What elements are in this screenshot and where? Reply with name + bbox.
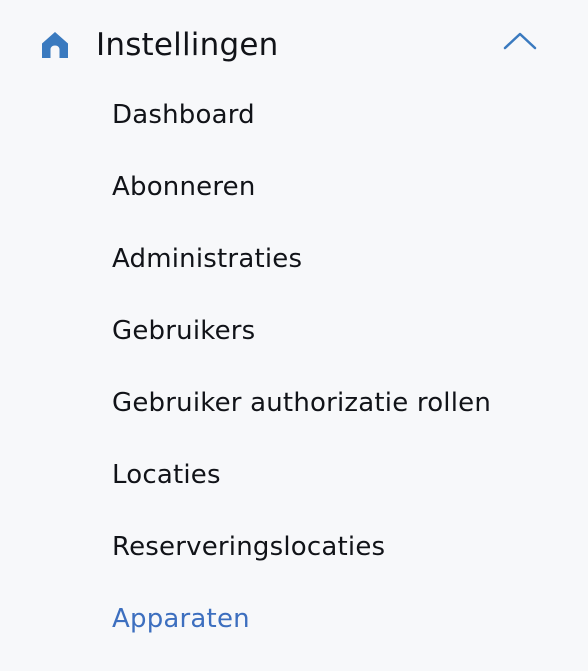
section-title: Instellingen (96, 27, 279, 63)
menu-item-label: Gebruiker authorizatie rollen (112, 388, 492, 418)
menu-item-label: Administraties (112, 244, 303, 274)
settings-menu: Dashboard Abonneren Administraties Gebru… (112, 95, 491, 671)
menu-item-dashboard[interactable]: Dashboard (112, 95, 491, 167)
menu-item-apparaten[interactable]: Apparaten (112, 599, 491, 671)
sidebar-settings-panel: Instellingen Dashboard Abonneren Adminis… (0, 0, 588, 668)
menu-item-label: Dashboard (112, 100, 255, 130)
menu-item-locaties[interactable]: Locaties (112, 455, 491, 527)
menu-item-abonneren[interactable]: Abonneren (112, 167, 491, 239)
menu-item-label: Locaties (112, 460, 221, 490)
chevron-up-icon[interactable] (502, 28, 538, 52)
menu-item-label: Abonneren (112, 172, 256, 202)
menu-item-label: Reserveringslocaties (112, 532, 386, 562)
menu-item-reserveringslocaties[interactable]: Reserveringslocaties (112, 527, 491, 599)
menu-item-gebruikers[interactable]: Gebruikers (112, 311, 491, 383)
settings-section-header[interactable]: Instellingen (0, 0, 588, 90)
menu-item-administraties[interactable]: Administraties (112, 239, 491, 311)
menu-item-label: Gebruikers (112, 316, 256, 346)
home-icon (42, 32, 68, 58)
menu-item-gebruiker-authorizatie-rollen[interactable]: Gebruiker authorizatie rollen (112, 383, 491, 455)
menu-item-label: Apparaten (112, 604, 250, 634)
